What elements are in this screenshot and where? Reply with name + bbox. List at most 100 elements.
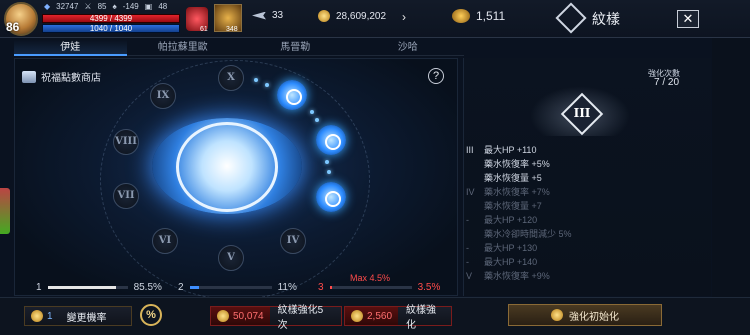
- stat-text: 藥水恢復量 +7: [484, 201, 542, 211]
- stat-row: V 藥水恢復率 +9%: [466, 269, 706, 283]
- change-rate-cost-value: 1: [47, 310, 53, 322]
- skill-count: 348: [226, 26, 238, 33]
- stat-text: 藥水恢復率 +5%: [484, 159, 550, 169]
- stat-tier: [466, 157, 484, 171]
- node-i-active[interactable]: [277, 80, 307, 110]
- gem-icon: [452, 9, 470, 23]
- stat-row: 藥水恢復率 +5%: [466, 157, 706, 171]
- combat-power-icon: ◆: [44, 2, 51, 11]
- aquarius-emblem-ring: [176, 122, 278, 212]
- stat-text: 最大HP +140: [484, 257, 538, 267]
- stat-tier: [466, 227, 484, 241]
- blessing-shop-button[interactable]: 祝福點數商店: [22, 69, 101, 84]
- progress-index: 1: [36, 282, 42, 293]
- currency-expand-button[interactable]: ›: [397, 10, 411, 24]
- potion-count: 61: [200, 26, 208, 33]
- stat-text: 藥水冷卻時間減少 5%: [484, 229, 572, 239]
- stat-text: 最大HP +110: [484, 145, 537, 155]
- gem-value: 1,511: [476, 9, 506, 23]
- percent-button[interactable]: %: [140, 304, 162, 326]
- change-rate-label: 變更機率: [66, 312, 107, 324]
- shop-bag-icon: [22, 70, 36, 83]
- node-viii[interactable]: VIII: [113, 129, 139, 155]
- stat-row: 藥水冷卻時間減少 5%: [466, 227, 706, 241]
- enhance-5x-button[interactable]: 50,074 紋樣強化5次: [210, 305, 342, 331]
- change-rate-cost: 1: [25, 307, 59, 325]
- stat-row: - 最大HP +140: [466, 255, 706, 269]
- progress-tier-3: 3 3.5%: [318, 282, 458, 293]
- tab-bar: 伊娃 帕拉蘇里歐 馬晉勒 沙哈: [14, 40, 464, 56]
- mp-bar: 1040 / 1040: [42, 24, 180, 33]
- hp-bar: 4399 / 4399: [42, 14, 180, 23]
- change-rate-button[interactable]: 1 變更機率: [24, 306, 132, 326]
- node-vii[interactable]: VII: [113, 183, 139, 209]
- tab-eva[interactable]: 伊娃: [14, 40, 127, 56]
- progress-value: 11%: [277, 282, 297, 293]
- progress-tier-1: 1 85.5%: [36, 282, 166, 293]
- stat-list: III 最大HP +110 藥水恢復率 +5% 藥水恢復量 +5 IV 藥水恢復率 …: [466, 143, 706, 283]
- stat-tier: IV: [466, 187, 475, 197]
- stat-a-value: 85: [97, 2, 107, 11]
- enhance-cost: 2,560: [345, 307, 399, 325]
- stat-tier: -: [466, 257, 469, 267]
- progress-track: [189, 286, 272, 289]
- stat-text: 藥水恢復量 +5: [484, 173, 542, 183]
- hp-text: 4399 / 4399: [89, 14, 133, 23]
- stat-row: 藥水恢復量 +7: [466, 199, 706, 213]
- progress-value: 85.5%: [133, 282, 162, 293]
- sparkle: [315, 118, 319, 122]
- help-button[interactable]: ?: [428, 68, 444, 84]
- feather-value: 33: [272, 10, 284, 21]
- node-v[interactable]: V: [218, 245, 244, 271]
- node-x[interactable]: X: [218, 65, 244, 91]
- window-title: 紋樣: [592, 11, 620, 27]
- reset-enhance-button[interactable]: 強化初始化: [508, 304, 662, 326]
- progress-value: 3.5%: [417, 282, 441, 293]
- stat-tier: [466, 199, 484, 213]
- stat-tier: [466, 171, 484, 185]
- gem-currency: 1,511: [452, 9, 505, 23]
- progress-index: 3: [318, 282, 324, 293]
- blessing-shop-label: 祝福點數商店: [41, 73, 101, 84]
- gold-coin-icon: [318, 10, 330, 22]
- feather-currency: 33: [252, 10, 283, 21]
- progress-track: [47, 286, 128, 289]
- enhance-button[interactable]: 2,560 紋樣強化: [344, 305, 452, 331]
- coin-icon: [217, 310, 229, 322]
- node-ix[interactable]: IX: [150, 83, 176, 109]
- tab-paraserio[interactable]: 帕拉蘇里歐: [126, 40, 239, 56]
- helm-icon: ♠: [112, 2, 117, 11]
- stat-tier: V: [466, 271, 473, 281]
- side-tab-icon[interactable]: [0, 188, 10, 234]
- progress-fill: [329, 286, 333, 289]
- enhance-cost-value: 2,560: [367, 310, 393, 322]
- enhance-count-value: 7 / 20: [654, 77, 680, 88]
- enhance-5x-cost-value: 50,074: [233, 310, 264, 322]
- node-ii-active[interactable]: [316, 125, 346, 155]
- enhance-5x-cost: 50,074: [211, 307, 270, 325]
- sparkle: [265, 83, 269, 87]
- stat-row: 藥水恢復量 +5: [466, 171, 706, 185]
- stat-text: 最大HP +130: [484, 243, 538, 253]
- stat-text: 藥水恢復率 +7%: [484, 187, 550, 197]
- progress-fill: [189, 286, 199, 289]
- stat-row: - 最大HP +120: [466, 213, 706, 227]
- progress-fill: [47, 286, 116, 289]
- stat-row: - 最大HP +130: [466, 241, 706, 255]
- stat-row: III 最大HP +110: [466, 143, 706, 157]
- sparkle: [310, 110, 314, 114]
- combat-power-value: 32747: [56, 2, 79, 11]
- stat-row: IV 藥水恢復率 +7%: [466, 185, 706, 199]
- stat-text: 最大HP +120: [484, 215, 538, 225]
- node-vi[interactable]: VI: [152, 228, 178, 254]
- node-iv[interactable]: IV: [280, 228, 306, 254]
- tab-majinle[interactable]: 馬晉勒: [239, 40, 352, 56]
- node-iii-active[interactable]: [316, 182, 346, 212]
- coin-icon: [31, 310, 43, 322]
- chest-icon: ▣: [144, 2, 153, 11]
- sparkle: [254, 78, 258, 82]
- close-button[interactable]: ✕: [677, 10, 699, 28]
- enhance-label: 紋樣強化: [406, 305, 437, 331]
- tab-shaha[interactable]: 沙哈: [351, 40, 464, 56]
- progress-track: [329, 286, 412, 289]
